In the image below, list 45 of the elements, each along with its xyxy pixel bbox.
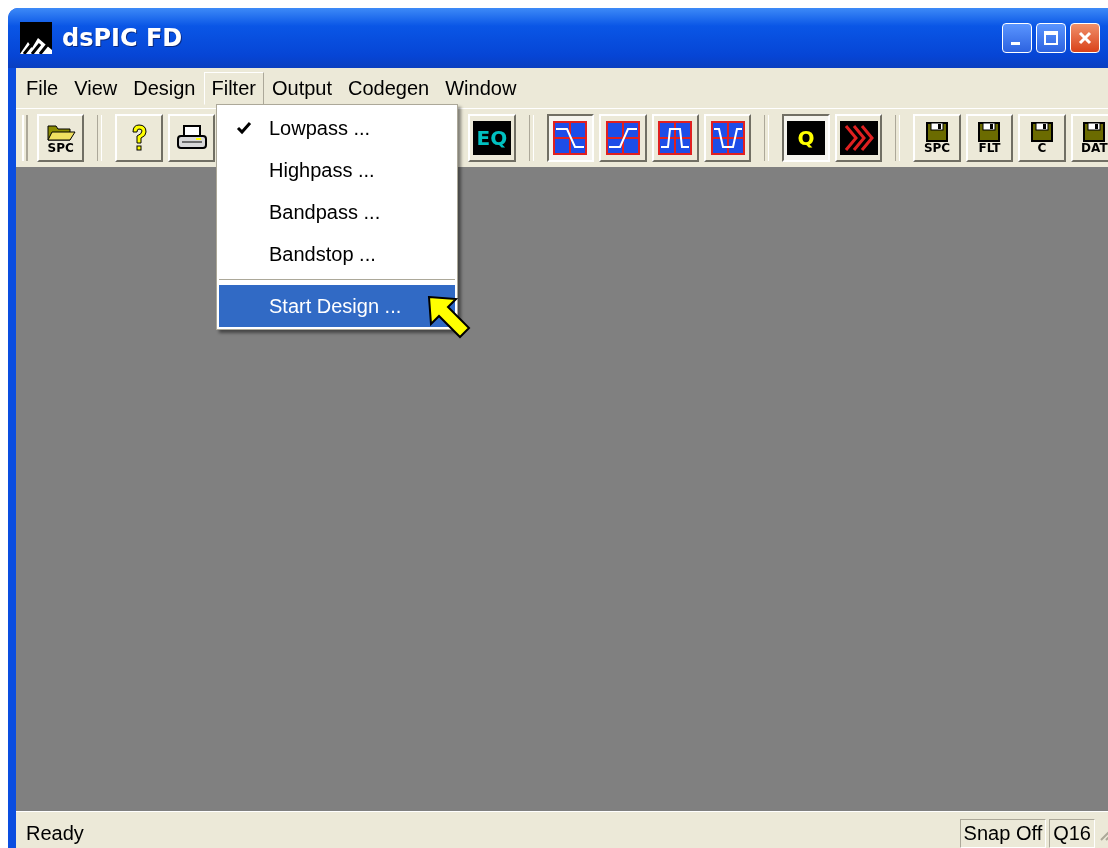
print-button[interactable] <box>167 114 216 162</box>
dropdown-item[interactable]: Start Design ... <box>219 285 455 327</box>
menu-item[interactable]: Window <box>437 71 525 105</box>
run-button[interactable] <box>834 114 883 162</box>
minimize-button[interactable] <box>1002 23 1032 53</box>
question-mark-icon <box>129 123 150 153</box>
bandstop-button[interactable] <box>704 114 752 162</box>
close-button[interactable] <box>1070 23 1100 53</box>
help-button[interactable] <box>115 114 163 162</box>
dropdown-item[interactable]: Lowpass ... <box>219 107 455 149</box>
menu-item[interactable]: View <box>66 71 126 105</box>
bandpass-button[interactable] <box>651 114 699 162</box>
save-button[interactable]: DAT <box>1070 114 1108 162</box>
menu-item[interactable]: Filter <box>203 71 264 105</box>
maximize-icon <box>1043 30 1059 46</box>
close-icon <box>1077 30 1093 46</box>
chevrons-icon <box>839 121 878 155</box>
minimize-icon <box>1010 41 1020 45</box>
save-button[interactable]: SPC <box>913 114 961 162</box>
quantize-button[interactable]: Q <box>782 114 830 162</box>
menu-item[interactable]: File <box>18 71 67 105</box>
app-logo-icon <box>20 22 52 54</box>
menu-item[interactable]: Output <box>263 71 340 105</box>
lowpass-button[interactable] <box>546 114 595 162</box>
equalizer-button[interactable]: EQ <box>468 114 516 162</box>
menu-item[interactable]: Codegen <box>340 71 438 105</box>
highpass-filter-icon <box>605 121 640 155</box>
open-spc-button[interactable]: SPC <box>36 114 85 162</box>
save-button[interactable]: FLT <box>965 114 1014 162</box>
dropdown-item[interactable]: Highpass ... <box>219 149 455 191</box>
dropdown-item[interactable]: Bandpass ... <box>219 191 455 233</box>
window-title: dsPIC FD <box>62 24 184 52</box>
bandpass-filter-icon <box>658 121 693 155</box>
save-button[interactable]: C <box>1018 114 1066 162</box>
highpass-button[interactable] <box>599 114 647 162</box>
printer-icon <box>175 124 208 152</box>
status-panel: Snap Off <box>959 818 1047 848</box>
menu-item[interactable]: Design <box>125 71 204 105</box>
maximize-button[interactable] <box>1036 23 1066 53</box>
lowpass-filter-icon <box>553 121 588 155</box>
dropdown-item[interactable]: Bandstop ... <box>219 233 455 275</box>
status-message: Ready <box>25 821 85 845</box>
status-panel: Q16 <box>1049 818 1095 848</box>
folder-icon <box>45 122 76 142</box>
bandstop-filter-icon <box>710 121 745 155</box>
